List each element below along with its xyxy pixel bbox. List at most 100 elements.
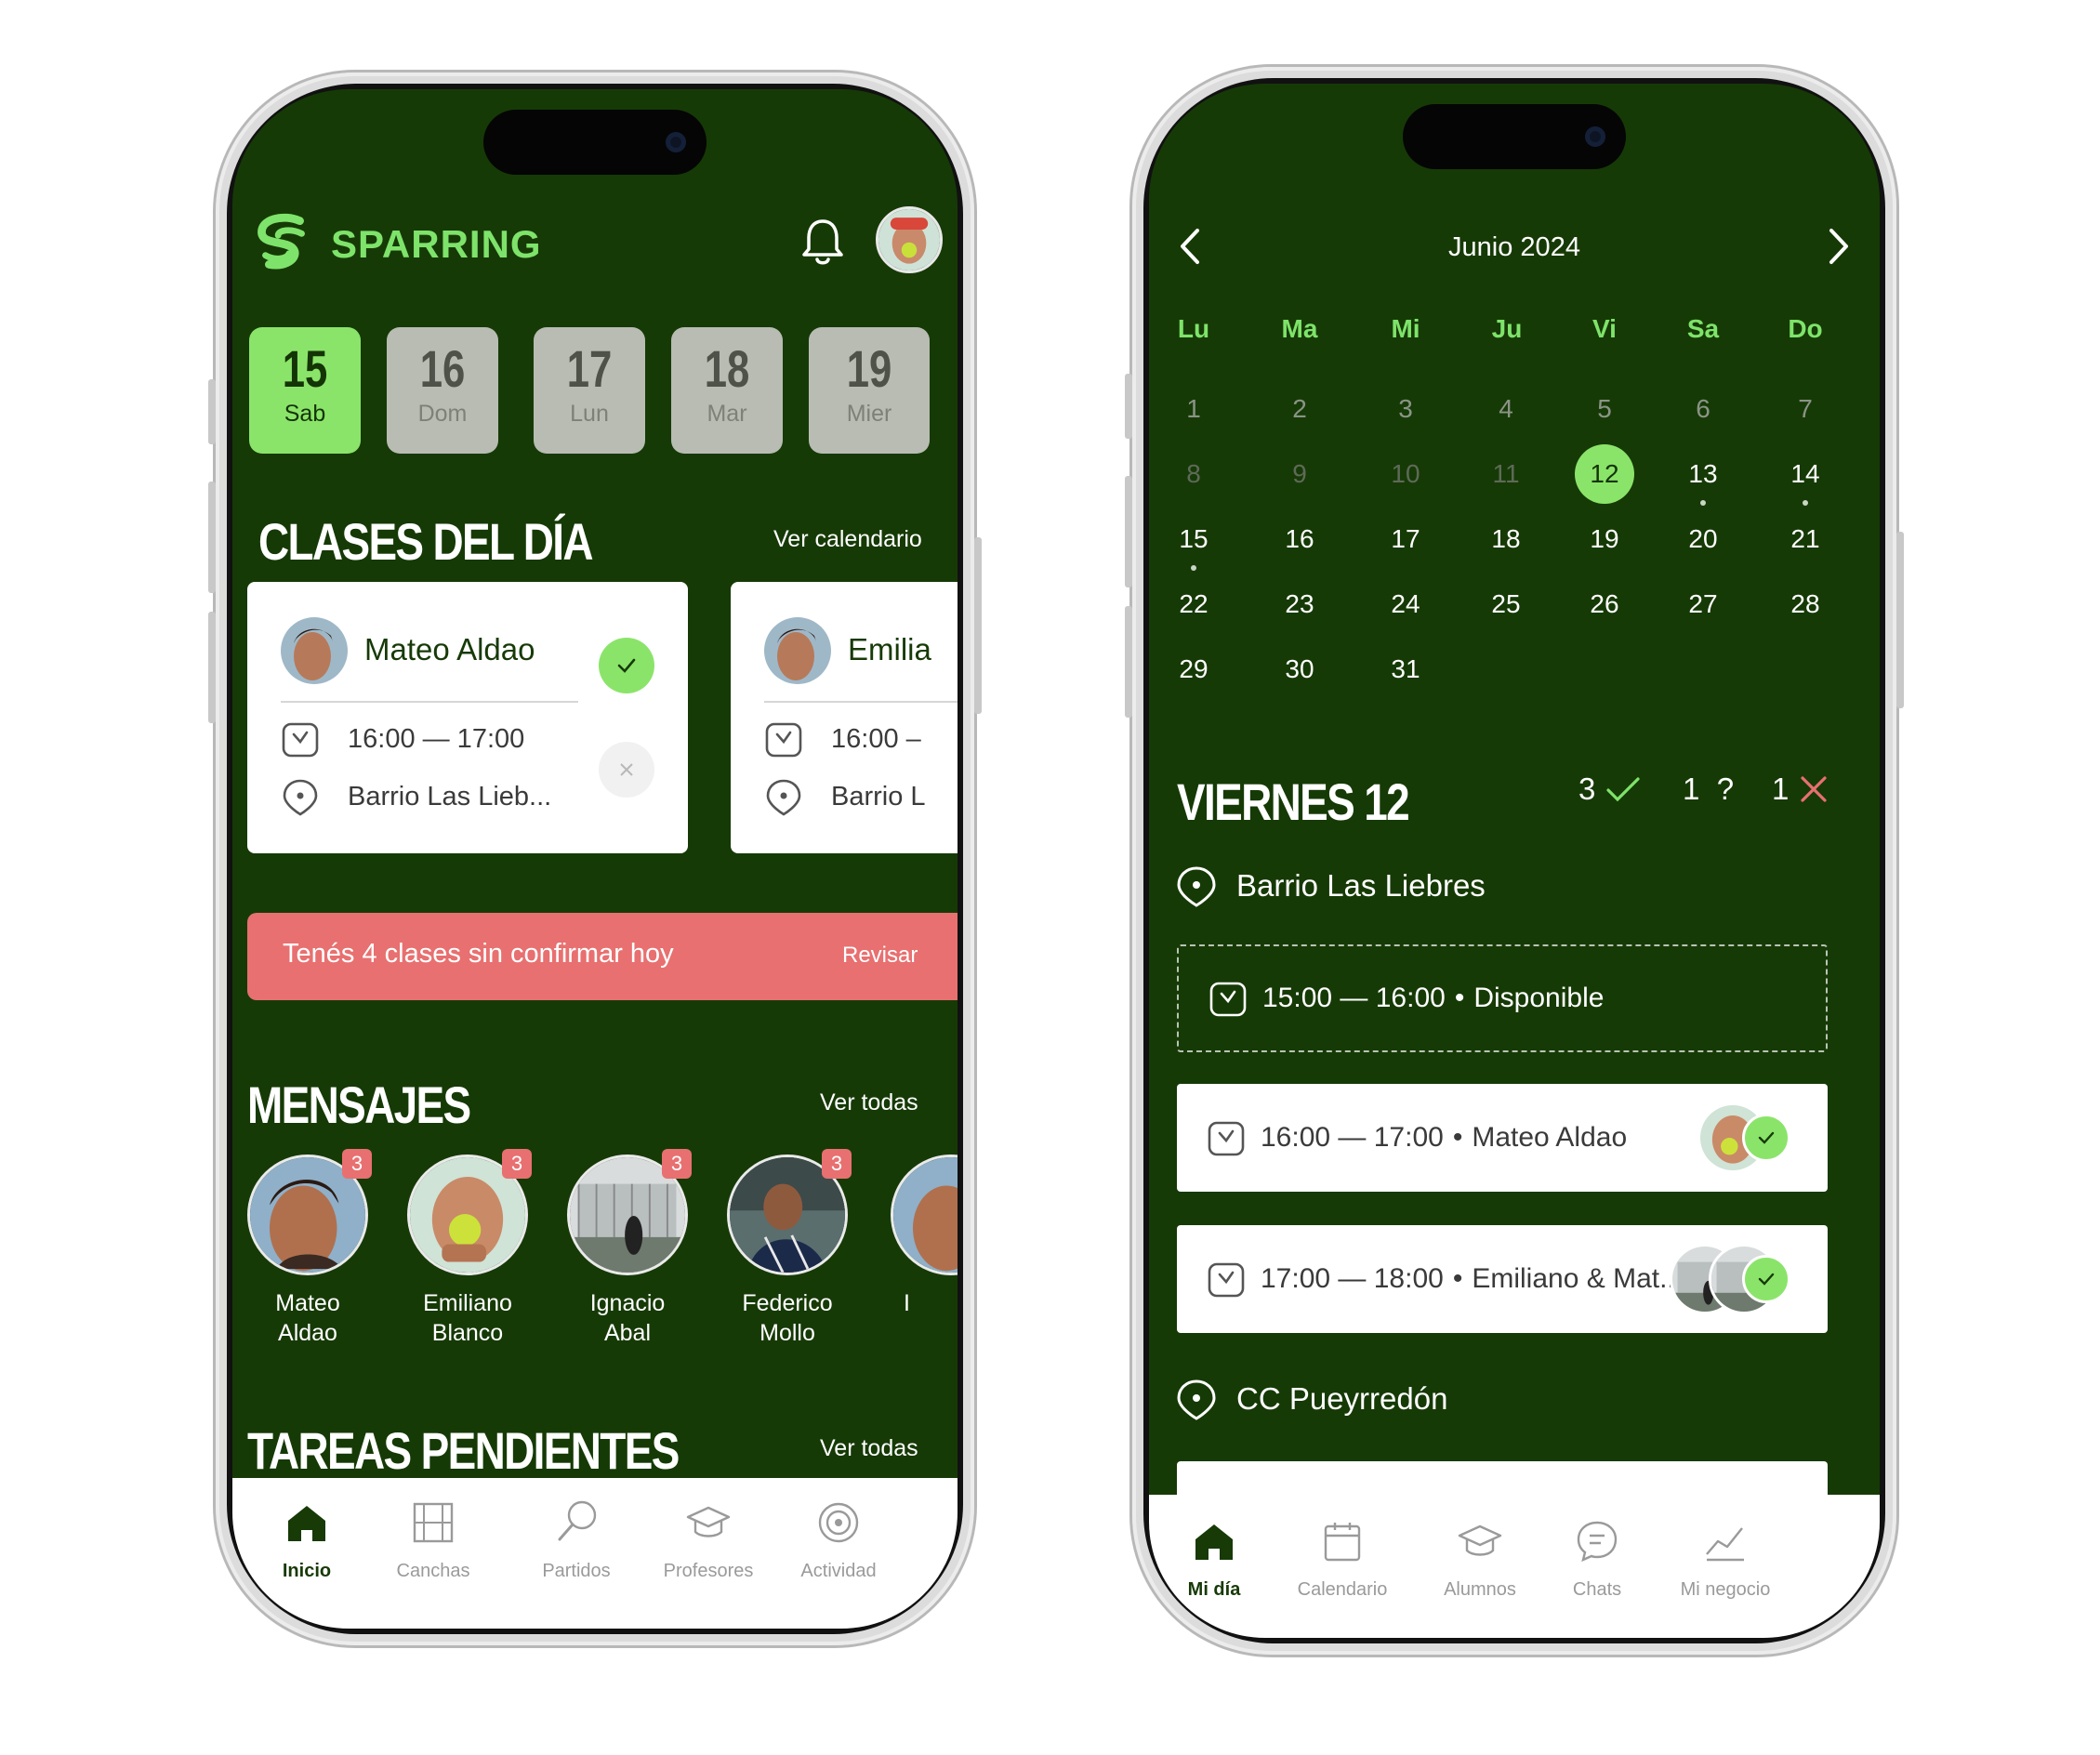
calendar-day[interactable]: 12 xyxy=(1575,444,1634,504)
calendar-day[interactable]: 22 xyxy=(1164,574,1223,634)
line-chart-icon xyxy=(1706,1527,1744,1562)
power-button xyxy=(974,537,982,714)
calendar-day[interactable]: 23 xyxy=(1270,574,1329,634)
tab-canchas[interactable]: Canchas xyxy=(368,1498,498,1582)
calendar-day[interactable]: 2 xyxy=(1270,379,1329,439)
class-location: Barrio L xyxy=(831,781,926,812)
see-all-tasks-link[interactable]: Ver todas xyxy=(820,1435,918,1462)
class-location: Barrio Las Lieb... xyxy=(348,781,552,812)
calendar-day[interactable]: 28 xyxy=(1776,574,1835,634)
separator-dot: • xyxy=(1452,1263,1463,1294)
graduation-cap-icon xyxy=(1458,1524,1502,1556)
calendar-day[interactable]: 18 xyxy=(1476,509,1536,569)
slot-time: 15:00 — 16:00 xyxy=(1262,983,1446,1013)
day-chip-3[interactable]: 17 Lun xyxy=(534,327,645,454)
tab-actividad[interactable]: Actividad xyxy=(773,1498,904,1582)
confirm-button[interactable] xyxy=(599,638,654,693)
calendar-day[interactable]: 8 xyxy=(1164,444,1223,504)
tab-label: Chats xyxy=(1572,1579,1622,1600)
day-label: Lun xyxy=(570,401,609,427)
tab-calendario[interactable]: Calendario xyxy=(1277,1517,1407,1601)
pending-count: 1 ? xyxy=(1683,772,1734,807)
calendar-day[interactable]: 31 xyxy=(1376,640,1435,699)
calendar-day[interactable]: 1 xyxy=(1164,379,1223,439)
location-name: CC Pueyrredón xyxy=(1236,1381,1448,1416)
calendar-day[interactable]: 30 xyxy=(1270,640,1329,699)
class-location-row: Barrio L xyxy=(764,777,926,816)
cancelled-number: 1 xyxy=(1772,772,1790,806)
chevron-right-icon[interactable] xyxy=(1820,223,1857,270)
booked-slot[interactable]: 17:00 — 18:00 • Emiliano & Mat.. xyxy=(1177,1225,1828,1333)
see-all-messages-link[interactable]: Ver todas xyxy=(820,1089,918,1116)
calendar-day[interactable]: 19 xyxy=(1575,509,1634,569)
calendar-day[interactable]: 20 xyxy=(1673,509,1733,569)
tab-mi-dia[interactable]: Mi día xyxy=(1149,1517,1279,1601)
calendar-day[interactable]: 27 xyxy=(1673,574,1733,634)
tab-profesores[interactable]: Profesores xyxy=(643,1498,773,1582)
message-contact[interactable]: 3 Emiliano Blanco xyxy=(398,1149,537,1348)
weekday-label: Ju xyxy=(1491,314,1523,343)
calendar-day[interactable]: 6 xyxy=(1673,379,1733,439)
calendar-day[interactable]: 14 xyxy=(1776,444,1835,506)
tab-chats[interactable]: Chats xyxy=(1532,1517,1662,1601)
calendar-day[interactable]: 10 xyxy=(1376,444,1435,504)
bottom-tab-bar: Inicio Canchas Partidos Profesores Activ… xyxy=(232,1478,958,1629)
profile-avatar[interactable] xyxy=(876,206,943,273)
contact-first-name: Federico xyxy=(742,1290,833,1316)
calendar-day[interactable]: 7 xyxy=(1776,379,1835,439)
calendar-day[interactable]: 11 xyxy=(1476,444,1536,504)
tab-partidos[interactable]: Partidos xyxy=(511,1498,641,1582)
dynamic-island xyxy=(1403,104,1626,169)
sparring-logo-icon xyxy=(258,213,305,270)
confirmed-number: 3 xyxy=(1578,772,1596,806)
contact-last-name: Aldao xyxy=(278,1320,337,1346)
close-icon xyxy=(1801,776,1827,802)
contact-last-name: Abal xyxy=(603,1320,652,1346)
calendar-day[interactable]: 29 xyxy=(1164,640,1223,699)
calendar-day[interactable]: 3 xyxy=(1376,379,1435,439)
weekday-label: Mi xyxy=(1391,314,1420,343)
calendar-day[interactable]: 26 xyxy=(1575,574,1634,634)
calendar-day[interactable]: 9 xyxy=(1270,444,1329,504)
messages-section-title: MENSAJES xyxy=(247,1075,471,1134)
message-contact[interactable]: I xyxy=(878,1155,958,1318)
day-chip-1[interactable]: 15 Sab xyxy=(249,327,361,454)
separator-dot: • xyxy=(1454,983,1465,1013)
tab-inicio[interactable]: Inicio xyxy=(242,1498,372,1582)
tab-alumnos[interactable]: Alumnos xyxy=(1415,1517,1545,1601)
weekday-label: Vi xyxy=(1592,314,1617,343)
calendar-day[interactable]: 15 xyxy=(1164,509,1223,571)
message-contact[interactable]: 3 Ignacio Abal xyxy=(558,1149,697,1348)
message-contact[interactable]: 3 Mateo Aldao xyxy=(238,1149,377,1348)
calendar-day[interactable]: 13 xyxy=(1673,444,1733,506)
unconfirmed-alert[interactable]: Tenés 4 clases sin confirmar hoy Revisar xyxy=(247,913,958,1000)
booked-slot[interactable]: 16:00 — 17:00 • Mateo Aldao xyxy=(1177,1084,1828,1192)
day-number: 16 xyxy=(419,339,466,398)
class-card[interactable]: Emilia 16:00 – Barrio L xyxy=(731,582,958,853)
tab-mi-negocio[interactable]: Mi negocio xyxy=(1660,1517,1790,1601)
message-contact[interactable]: 3 Federico Mollo xyxy=(718,1149,857,1348)
contact-first-name: Ignacio xyxy=(589,1290,666,1316)
class-card[interactable]: Mateo Aldao 16:00 — 17:00 Barrio Las Lie… xyxy=(247,582,688,853)
bell-icon[interactable] xyxy=(799,216,846,268)
calendar-icon xyxy=(1324,1523,1361,1562)
available-slot[interactable]: 15:00 — 16:00 • Disponible xyxy=(1177,944,1828,1052)
reject-button[interactable] xyxy=(599,742,654,798)
calendar-day[interactable]: 17 xyxy=(1376,509,1435,569)
calendar-day[interactable]: 21 xyxy=(1776,509,1835,569)
check-icon xyxy=(617,658,636,673)
calendar-day[interactable]: 25 xyxy=(1476,574,1536,634)
tab-label: Mi día xyxy=(1187,1579,1241,1600)
day-chip-5[interactable]: 19 Mier xyxy=(809,327,930,454)
calendar-day[interactable]: 24 xyxy=(1376,574,1435,634)
volume-down-button xyxy=(208,612,216,723)
day-chip-2[interactable]: 16 Dom xyxy=(387,327,498,454)
day-chip-4[interactable]: 18 Mar xyxy=(671,327,783,454)
calendar-day[interactable]: 16 xyxy=(1270,509,1329,569)
calendar-day[interactable]: 5 xyxy=(1575,379,1634,439)
event-dot xyxy=(1700,500,1706,506)
see-calendar-link[interactable]: Ver calendario xyxy=(773,526,922,553)
review-link[interactable]: Revisar xyxy=(842,943,918,969)
calendar-day[interactable]: 4 xyxy=(1476,379,1536,439)
student-name: Emilia xyxy=(848,632,931,666)
